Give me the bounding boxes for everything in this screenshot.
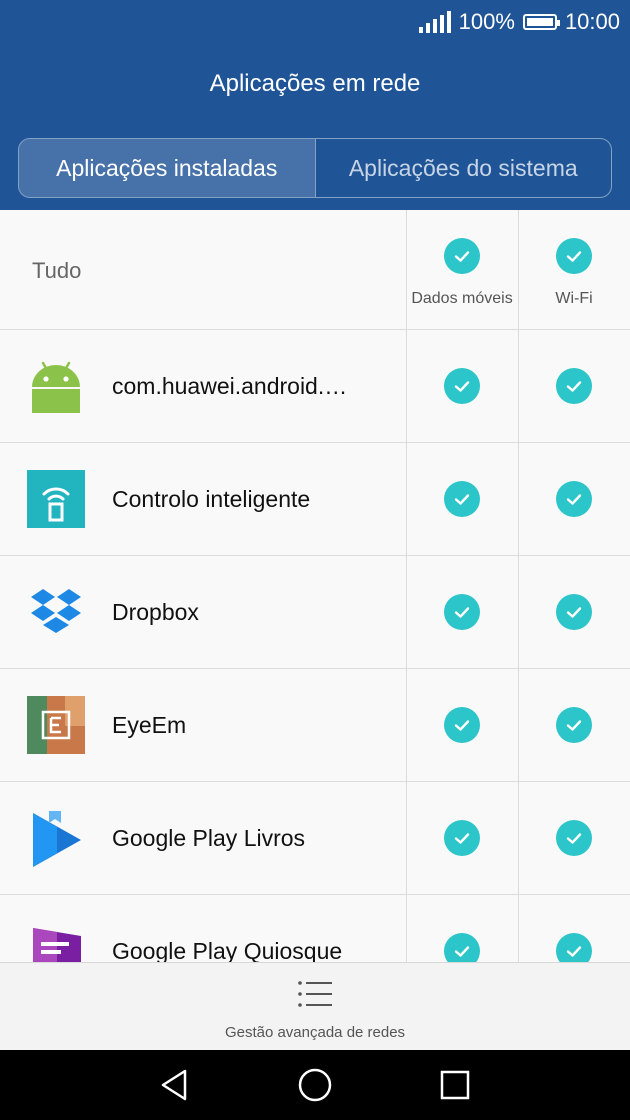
check-icon [454, 607, 470, 618]
app-name: Controlo inteligente [112, 486, 311, 512]
column-wifi: Wi-Fi [555, 290, 593, 307]
check-icon [454, 251, 470, 262]
signal-icon [418, 11, 451, 33]
wifi-check[interactable] [556, 368, 592, 404]
page-title: Aplicações em rede [209, 70, 421, 97]
table-row: Dropbox [0, 556, 630, 669]
app-name: com.huawei.android.… [112, 373, 348, 399]
eyeem-icon [27, 696, 85, 754]
check-icon [454, 494, 470, 505]
clock: 10:00 [564, 9, 620, 34]
play-books-icon [27, 809, 85, 867]
play-newsstand-icon [27, 922, 85, 962]
menu-icon[interactable] [297, 979, 333, 1009]
mobile-data-check[interactable] [444, 933, 480, 962]
check-icon [566, 494, 582, 505]
table-row: EyeEm [0, 669, 630, 782]
check-icon [566, 946, 582, 957]
wifi-check[interactable] [556, 820, 592, 856]
mobile-data-all-check[interactable] [444, 238, 480, 274]
table-row: Google Play Livros [0, 782, 630, 895]
battery-percent: 100% [458, 9, 515, 34]
advanced-network-label[interactable]: Gestão avançada de redes [0, 1024, 630, 1041]
tab-system-apps[interactable]: Aplicações do sistema [314, 139, 612, 197]
check-icon [566, 381, 582, 392]
tab-installed-apps[interactable]: Aplicações instaladas [19, 139, 315, 197]
back-icon[interactable] [157, 1067, 193, 1103]
recents-icon[interactable] [437, 1067, 473, 1103]
table-row: Controlo inteligente [0, 443, 630, 556]
table-row: Google Play Quiosque [0, 895, 630, 962]
mobile-data-check[interactable] [444, 481, 480, 517]
table-header-row: Tudo Dados móveis Wi-Fi [0, 210, 630, 330]
wifi-check[interactable] [556, 707, 592, 743]
wifi-check[interactable] [556, 933, 592, 962]
wifi-check[interactable] [556, 594, 592, 630]
dropbox-icon [27, 583, 85, 641]
check-icon [454, 833, 470, 844]
mobile-data-check[interactable] [444, 368, 480, 404]
status-bar: 100% 10:00 [418, 8, 620, 36]
app-name: Google Play Quiosque [112, 938, 343, 962]
app-name: Google Play Livros [112, 825, 306, 851]
app-name: Dropbox [112, 599, 199, 625]
column-mobile-data: Dados móveis [411, 290, 513, 307]
android-icon [27, 357, 85, 415]
check-icon [566, 251, 582, 262]
mobile-data-check[interactable] [444, 707, 480, 743]
mobile-data-check[interactable] [444, 820, 480, 856]
navigation-bar [0, 1050, 630, 1120]
mobile-data-check[interactable] [444, 594, 480, 630]
battery-icon [522, 14, 560, 30]
check-icon [566, 720, 582, 731]
home-icon[interactable] [297, 1067, 333, 1103]
table-row: com.huawei.android.… [0, 330, 630, 443]
smart-control-icon [27, 470, 85, 528]
check-icon [566, 833, 582, 844]
tab-bar: Aplicações instaladas Aplicações do sist… [18, 138, 612, 198]
wifi-all-check[interactable] [556, 238, 592, 274]
app-network-table: Tudo Dados móveis Wi-Fi com.huawei.andro… [0, 210, 630, 962]
app-header: 100% 10:00 Aplicações em rede Aplicações… [0, 0, 630, 210]
check-icon [454, 381, 470, 392]
app-name: EyeEm [112, 712, 187, 738]
advanced-network-bar: Gestão avançada de redes [0, 962, 630, 1050]
check-icon [566, 607, 582, 618]
check-icon [454, 720, 470, 731]
check-icon [454, 946, 470, 957]
wifi-check[interactable] [556, 481, 592, 517]
all-apps-label: Tudo [32, 258, 82, 283]
